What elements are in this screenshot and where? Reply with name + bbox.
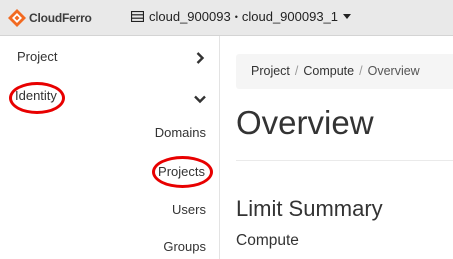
breadcrumb-item-overview: Overview: [367, 64, 420, 78]
sidebar-item-groups[interactable]: Groups: [163, 239, 206, 254]
chevron-down-icon: [194, 95, 206, 104]
project-domain: cloud_900093: [149, 9, 231, 24]
title-divider: [236, 160, 453, 161]
page-title: Overview: [236, 104, 374, 141]
project-separator: •: [234, 11, 238, 22]
sidebar: Project Identity Domains Projects Users …: [0, 36, 219, 259]
brand-logo[interactable]: CloudFerro: [8, 9, 92, 27]
sidebar-item-label: Identity: [15, 88, 57, 103]
sidebar-item-identity[interactable]: Identity: [0, 88, 219, 106]
sidebar-item-domains[interactable]: Domains: [155, 125, 206, 140]
project-name: cloud_900093_1: [241, 9, 339, 24]
caret-down-icon: [343, 14, 352, 19]
project-selector-dropdown[interactable]: cloud_900093 • cloud_900093_1: [131, 9, 352, 24]
breadcrumb-separator: /: [359, 64, 363, 78]
limit-summary-heading: Limit Summary: [236, 196, 383, 221]
top-navbar: CloudFerro cloud_900093 • cloud_900093_1: [0, 0, 453, 36]
brand-name: CloudFerro: [29, 11, 92, 25]
project-stack-icon: [131, 11, 144, 22]
sidebar-item-users[interactable]: Users: [172, 202, 206, 217]
breadcrumb-item-project[interactable]: Project: [251, 64, 290, 78]
sidebar-item-project[interactable]: Project: [0, 49, 219, 67]
breadcrumb: Project / Compute / Overview: [236, 54, 453, 89]
sidebar-divider: [219, 36, 220, 259]
breadcrumb-item-compute[interactable]: Compute: [303, 64, 354, 78]
sidebar-item-label: Project: [17, 49, 58, 64]
sidebar-item-projects[interactable]: Projects: [158, 164, 205, 179]
chevron-right-icon: [196, 52, 205, 64]
breadcrumb-separator: /: [294, 64, 299, 78]
cloudferro-logo-icon: [8, 9, 26, 27]
compute-subheading: Compute: [236, 232, 299, 249]
